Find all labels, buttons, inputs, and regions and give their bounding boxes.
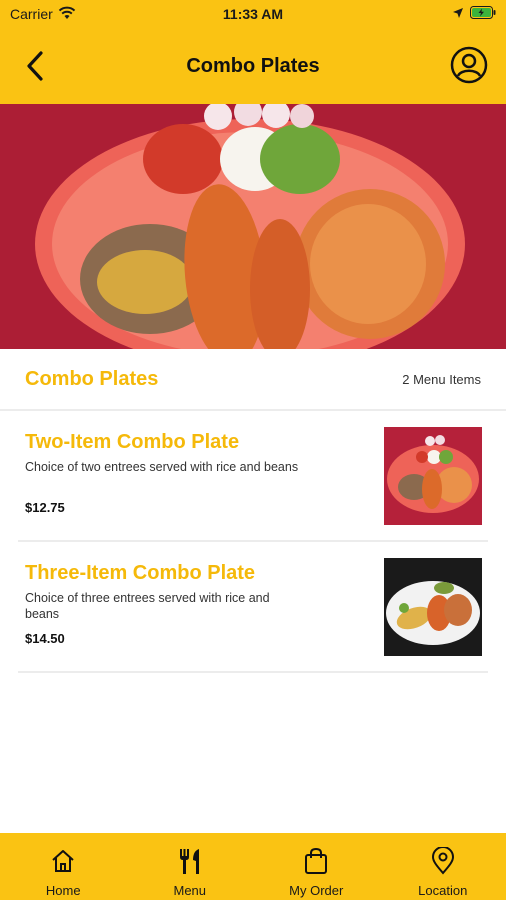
- carrier-label: Carrier: [10, 6, 53, 22]
- item-price: $12.75: [25, 500, 65, 515]
- top-header: Combo Plates: [0, 28, 506, 104]
- menu-item[interactable]: Three-Item Combo Plate Choice of three e…: [18, 542, 488, 673]
- section-title: Combo Plates: [25, 367, 159, 390]
- location-arrow-icon: [452, 6, 464, 22]
- status-time: 11:33 AM: [222, 6, 284, 22]
- tab-location[interactable]: Location: [380, 833, 506, 900]
- status-right: [452, 6, 496, 22]
- item-thumbnail: [384, 427, 482, 525]
- item-description: Choice of two entrees served with rice a…: [25, 460, 299, 474]
- user-circle-icon: [450, 46, 488, 84]
- item-name: Two-Item Combo Plate: [25, 431, 240, 453]
- tab-home[interactable]: Home: [0, 833, 127, 900]
- menu-items-count: 2 Menu Items: [402, 371, 481, 387]
- tab-my-order[interactable]: My Order: [253, 833, 380, 900]
- item-name: Three-Item Combo Plate: [25, 562, 256, 584]
- status-bar: Carrier 11:33 AM: [0, 0, 506, 28]
- profile-button[interactable]: [450, 46, 488, 84]
- bottom-tab-bar: Home Menu My Order Location: [0, 833, 506, 900]
- item-price: $14.50: [25, 631, 65, 646]
- item-description: Choice of three entrees served with rice…: [25, 591, 270, 621]
- wifi-icon: [58, 6, 76, 23]
- shopping-bag-icon: [302, 847, 330, 875]
- page-title: Combo Plates: [186, 54, 320, 77]
- battery-icon: [470, 6, 496, 22]
- hero-image: [0, 104, 506, 349]
- item-thumbnail: [384, 558, 482, 656]
- back-button[interactable]: [20, 48, 50, 84]
- tab-label: Menu: [173, 883, 207, 898]
- location-pin-icon: [429, 847, 457, 875]
- tab-label: Location: [418, 883, 468, 898]
- home-icon: [49, 847, 77, 875]
- status-left: Carrier: [10, 6, 76, 23]
- tab-menu[interactable]: Menu: [127, 833, 254, 900]
- menu-item[interactable]: Two-Item Combo Plate Choice of two entre…: [18, 411, 488, 542]
- menu-list: Two-Item Combo Plate Choice of two entre…: [0, 411, 506, 673]
- tab-label: My Order: [289, 883, 344, 898]
- chevron-left-icon: [27, 51, 43, 81]
- fork-knife-icon: [176, 847, 204, 875]
- tab-label: Home: [45, 883, 81, 898]
- section-header: Combo Plates 2 Menu Items: [0, 349, 506, 411]
